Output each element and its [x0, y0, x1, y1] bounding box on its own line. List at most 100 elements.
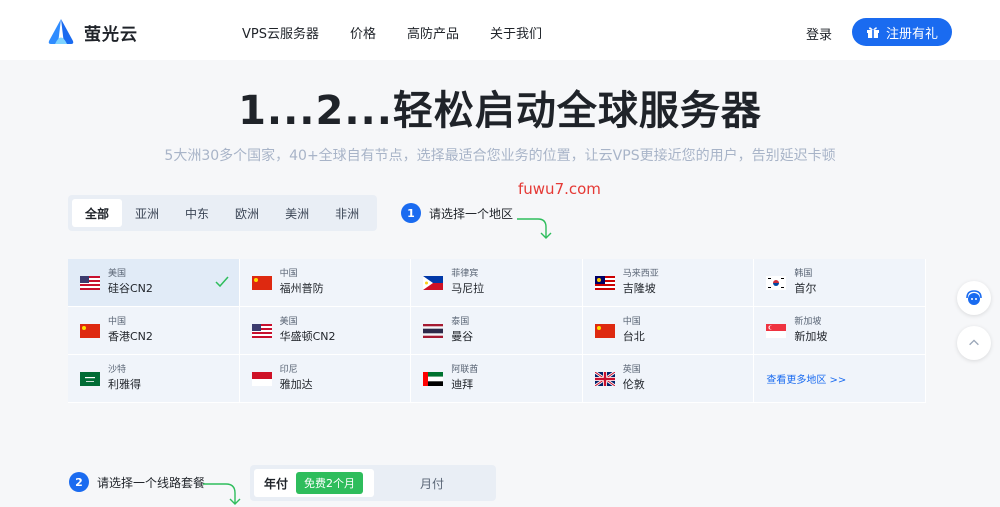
ae-flag-icon [423, 371, 444, 386]
region-cell[interactable]: 沙特 利雅得 [68, 355, 240, 403]
region-cell[interactable]: 英国 伦敦 [582, 355, 755, 403]
region-country: 美国 [279, 317, 298, 327]
tab-all[interactable]: 全部 [72, 199, 123, 227]
billing-cycle-toggle: 年付 免费2个月 月付 [250, 465, 496, 501]
curved-arrow-icon [203, 483, 241, 505]
chevron-up-icon [969, 339, 979, 346]
curved-arrow-icon [517, 218, 552, 239]
region-cell[interactable]: 中国 台北 [582, 307, 755, 355]
region-city: 雅加达 [279, 378, 313, 391]
region-country: 中国 [622, 317, 641, 327]
nav-links: VPS云服务器 价格 高防产品 关于我们 [242, 4, 573, 60]
kr-flag-icon [766, 275, 787, 290]
billing-yearly-label: 年付 [264, 476, 289, 491]
region-city: 吉隆坡 [622, 282, 656, 295]
nav-ddos[interactable]: 高防产品 [407, 23, 459, 42]
region-city: 台北 [622, 330, 645, 343]
us-flag-icon [80, 275, 100, 290]
region-cell[interactable]: 新加坡 新加坡 [754, 307, 926, 355]
region-city: 硅谷CN2 [108, 282, 153, 295]
region-cell[interactable]: 菲律宾 马尼拉 [411, 259, 583, 307]
region-cell[interactable]: 中国 福州普防 [239, 259, 412, 307]
sg-flag-icon [766, 323, 787, 338]
step-2-label: 请选择一个线路套餐 [97, 475, 206, 490]
region-cell[interactable]: 阿联酋 迪拜 [411, 355, 583, 403]
navbar: 萤光云 VPS云服务器 价格 高防产品 关于我们 登录 注册有礼 [0, 4, 1000, 60]
region-grid: 美国 硅谷CN2 中国 福州普防 菲律宾 马尼拉 马来西亚 吉隆坡 韩国 首尔 … [68, 259, 926, 403]
step-2-number: 2 [69, 472, 89, 492]
region-tabs: 全部 亚洲 中东 欧洲 美洲 非洲 [68, 195, 377, 231]
tab-africa[interactable]: 非洲 [322, 199, 372, 227]
tab-europe[interactable]: 欧洲 [222, 199, 272, 227]
th-flag-icon [423, 323, 444, 338]
region-country: 新加坡 [794, 317, 822, 327]
region-country: 韩国 [794, 269, 813, 279]
id-flag-icon [251, 371, 272, 386]
check-icon [215, 276, 229, 288]
ph-flag-icon [423, 275, 444, 290]
brand-name: 萤光云 [84, 24, 138, 45]
region-country: 沙特 [108, 365, 127, 375]
region-country: 菲律宾 [451, 269, 479, 279]
region-country: 美国 [108, 269, 127, 279]
region-cell[interactable]: 美国 华盛顿CN2 [239, 307, 412, 355]
login-link[interactable]: 登录 [806, 24, 832, 43]
free-months-badge: 免费2个月 [296, 472, 364, 494]
hero-title: 1...2...轻松启动全球服务器 [238, 88, 762, 134]
step-2: 2 请选择一个线路套餐 [69, 472, 205, 492]
region-city: 利雅得 [108, 378, 141, 391]
region-city: 伦敦 [622, 378, 645, 391]
cn-flag-icon [251, 275, 272, 290]
nav-vps[interactable]: VPS云服务器 [242, 23, 319, 42]
headset-icon [966, 290, 982, 305]
region-country: 英国 [622, 365, 641, 375]
cn-flag-icon [80, 323, 100, 338]
billing-monthly-option[interactable]: 月付 [420, 475, 444, 492]
logo-icon [48, 19, 74, 44]
hero-subtitle: 5大洲30多个国家，40+全球自有节点，选择最适合您业务的位置，让云VPS更接近… [164, 148, 836, 164]
more-regions-cell: 查看更多地区 >> [754, 355, 926, 403]
region-country: 中国 [279, 269, 298, 279]
sa-flag-icon [80, 371, 100, 386]
tab-middle-east[interactable]: 中东 [172, 199, 222, 227]
gb-flag-icon [594, 371, 615, 386]
watermark-text: fuwu7.com [518, 180, 601, 198]
gift-icon [866, 27, 879, 38]
region-country: 泰国 [451, 317, 470, 327]
region-country: 阿联酋 [451, 365, 479, 375]
region-cell[interactable]: 马来西亚 吉隆坡 [582, 259, 755, 307]
region-country: 印尼 [279, 365, 298, 375]
nav-about[interactable]: 关于我们 [490, 23, 542, 42]
region-city: 迪拜 [451, 378, 474, 391]
region-cell[interactable]: 美国 硅谷CN2 [68, 259, 240, 307]
region-city: 福州普防 [279, 282, 324, 295]
region-city: 华盛顿CN2 [279, 330, 336, 343]
region-cell[interactable]: 中国 香港CN2 [68, 307, 240, 355]
tab-americas[interactable]: 美洲 [272, 199, 322, 227]
tab-asia[interactable]: 亚洲 [122, 199, 172, 227]
step-1-label: 请选择一个地区 [429, 206, 514, 221]
us-flag-icon [251, 323, 272, 338]
cn-flag-icon [594, 323, 615, 338]
billing-yearly-option[interactable]: 年付 免费2个月 [254, 469, 374, 497]
register-button[interactable]: 注册有礼 [852, 18, 952, 46]
region-cell[interactable]: 泰国 曼谷 [411, 307, 583, 355]
region-city: 首尔 [794, 282, 817, 295]
region-cell[interactable]: 印尼 雅加达 [239, 355, 412, 403]
customer-service-button[interactable] [957, 281, 991, 315]
region-country: 中国 [108, 317, 127, 327]
region-city: 香港CN2 [108, 330, 153, 343]
region-cell[interactable]: 韩国 首尔 [754, 259, 926, 307]
brand-logo[interactable]: 萤光云 [46, 16, 138, 48]
step-1-number: 1 [401, 203, 421, 223]
region-city: 新加坡 [794, 330, 828, 343]
register-label: 注册有礼 [885, 26, 938, 42]
region-city: 曼谷 [451, 330, 474, 343]
my-flag-icon [594, 275, 615, 290]
nav-pricing[interactable]: 价格 [350, 23, 376, 42]
back-to-top-button[interactable] [957, 326, 991, 360]
step-1: 1 请选择一个地区 [401, 203, 513, 223]
region-country: 马来西亚 [622, 269, 659, 279]
more-regions-link[interactable]: 查看更多地区 >> [766, 371, 846, 386]
region-city: 马尼拉 [451, 282, 485, 295]
